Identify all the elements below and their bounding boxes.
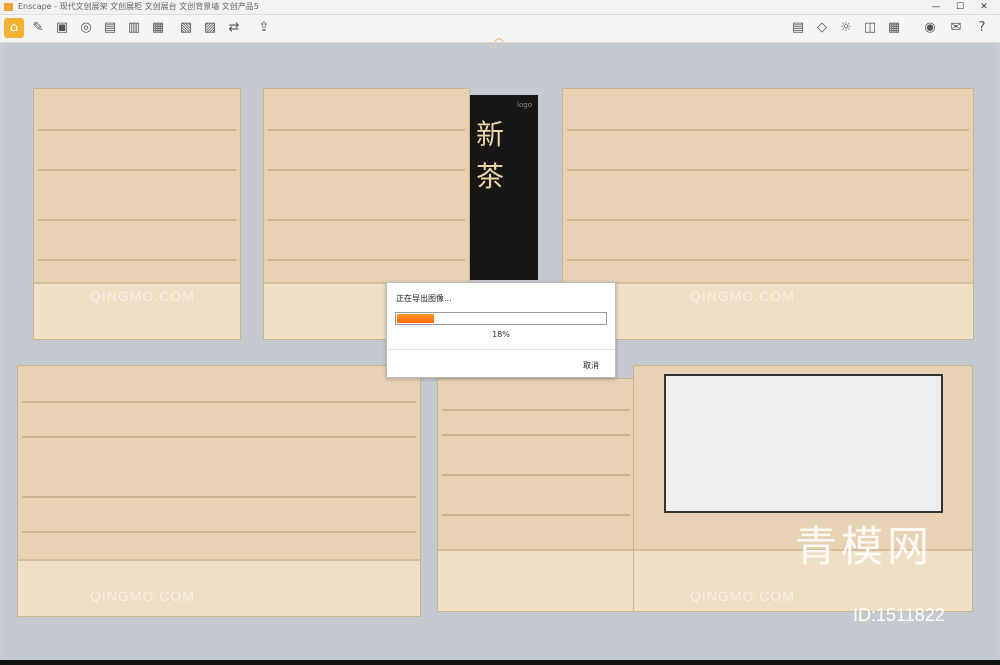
progress-fill [397, 314, 434, 323]
chevron-up-icon[interactable]: ︿ [494, 29, 504, 44]
batch-icon[interactable]: ▤ [100, 18, 120, 38]
grid-icon[interactable]: ▦ [884, 18, 904, 38]
close-button[interactable]: ✕ [972, 0, 996, 14]
shelf-bottom-left [17, 365, 421, 617]
perspective-icon[interactable]: ◫ [860, 18, 880, 38]
watermark-latin: QINGMO.COM [690, 288, 795, 304]
shelf-bottom-middle [437, 378, 635, 612]
export-icon[interactable]: ▥ [124, 18, 144, 38]
tea-poster: 新 茶 logo [470, 95, 538, 280]
watermark-latin: QINGMO.COM [90, 288, 195, 304]
watermark-id: ID:1511822 [853, 605, 945, 625]
minimize-button[interactable]: — [924, 0, 948, 14]
poster-glyph-bottom: 茶 [476, 160, 505, 193]
sun-icon[interactable]: ☼ [836, 18, 856, 38]
upload-icon[interactable]: ⇪ [254, 18, 274, 38]
progress-bar [395, 312, 607, 325]
title-bar: Enscape - 现代文创展架 文创展柜 文创展台 文创背景墙 文创产品5 —… [0, 0, 1000, 15]
watermark-cn: 青模网 [795, 522, 934, 571]
dialog-title: 正在导出图像... [396, 294, 452, 303]
camera-icon[interactable]: ◉ [920, 18, 940, 38]
cancel-button[interactable]: 取消 [583, 360, 599, 371]
panorama-icon[interactable]: ◎ [76, 18, 96, 38]
poster-glyph-top: 新 [476, 118, 505, 151]
settings-icon[interactable]: ▨ [200, 18, 220, 38]
asset-library-icon[interactable]: ▤ [788, 18, 808, 38]
taskbar-edge [0, 660, 1000, 665]
metal-rack [664, 374, 943, 513]
app-icon [4, 3, 13, 11]
window-title: Enscape - 现代文创展架 文创展柜 文创展台 文创背景墙 文创产品5 [18, 2, 259, 11]
help-icon[interactable]: ? [972, 18, 992, 38]
toolbar: ⌂ ✎ ▣ ◎ ▤ ▥ ▦ ▧ ▨ ⇄ ⇪ ︿ ▤ ◇ ☼ ◫ ▦ ◉ ✉ ? [0, 15, 1000, 44]
maximize-button[interactable]: ☐ [948, 0, 972, 14]
feedback-icon[interactable]: ✉ [946, 18, 966, 38]
asset-icon[interactable]: ▦ [148, 18, 168, 38]
progress-percent: 18% [492, 330, 510, 339]
compare-icon[interactable]: ⇄ [224, 18, 244, 38]
watermark-latin: QINGMO.COM [690, 588, 795, 604]
home-icon[interactable]: ⌂ [4, 18, 24, 38]
shelf-bottom-right [633, 365, 973, 612]
poster-logo: logo [517, 101, 532, 109]
video-icon[interactable]: ▣ [52, 18, 72, 38]
render-icon[interactable]: ✎ [28, 18, 48, 38]
material-icon[interactable]: ◇ [812, 18, 832, 38]
view-icon[interactable]: ▧ [176, 18, 196, 38]
watermark-latin: QINGMO.COM [90, 588, 195, 604]
export-progress-dialog: 正在导出图像... 18% 取消 [386, 282, 616, 378]
dialog-divider [387, 349, 615, 350]
